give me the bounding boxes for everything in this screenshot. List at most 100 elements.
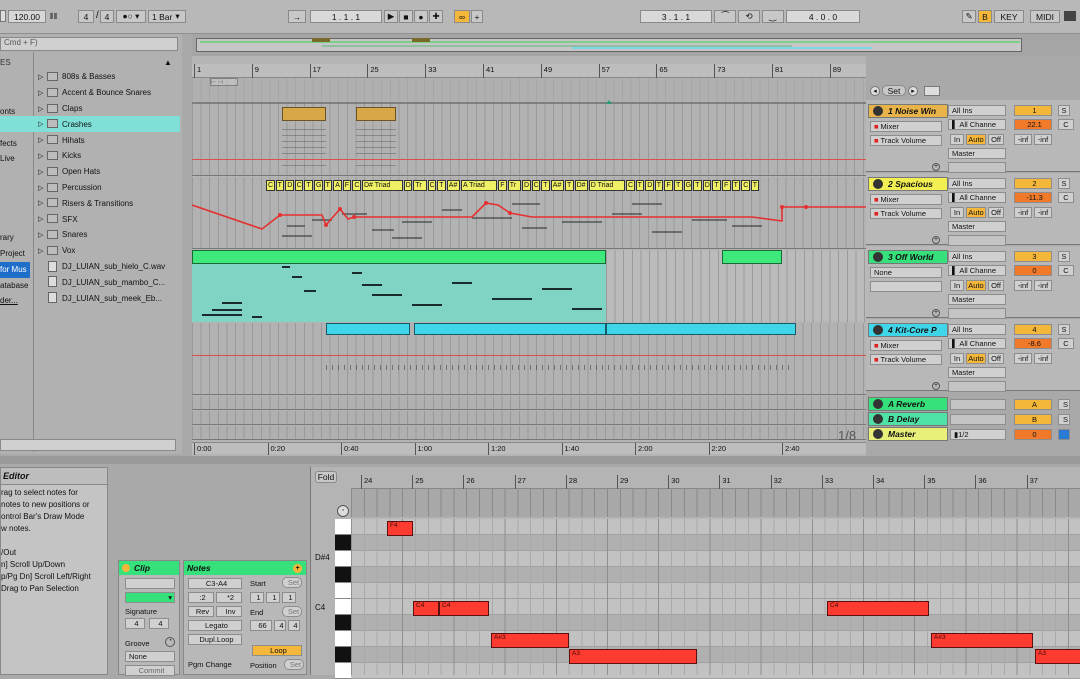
expand-arrow-icon[interactable]: ▷ [38, 215, 43, 223]
file-item[interactable]: DJ_LUIAN_sub_hielo_C.wav [0, 259, 180, 275]
midi-map-button[interactable]: MIDI [1030, 10, 1060, 23]
expand-arrow-icon[interactable]: ▷ [38, 247, 43, 255]
spacious-clip[interactable]: T [750, 180, 760, 191]
midi-note[interactable]: C4 [439, 601, 489, 616]
input-type[interactable]: All Ins [948, 251, 1006, 262]
solo-button[interactable]: S [1058, 105, 1070, 116]
output-type[interactable]: Master [948, 294, 1006, 305]
expand-arrow-icon[interactable]: ▷ [38, 231, 43, 239]
monitor-off-button[interactable]: Off [988, 134, 1004, 145]
spacious-clip[interactable]: D [702, 180, 712, 191]
black-key[interactable] [335, 535, 351, 551]
output-type[interactable]: Master [948, 221, 1006, 232]
clip-sig-num[interactable]: 4 [125, 618, 145, 629]
spacious-clip[interactable]: T [304, 180, 313, 191]
monitor-auto-button[interactable]: Auto [966, 207, 986, 218]
track-title-bar[interactable]: 1 Noise Win [868, 104, 948, 118]
arrangement-position-field[interactable]: 1 . 1 . 1 [310, 10, 382, 23]
folder-item[interactable]: ▷ Hihats [0, 132, 180, 148]
output-channel[interactable] [948, 235, 1006, 246]
track-fold-icon[interactable] [873, 325, 883, 335]
return-b-header[interactable]: B Delay [868, 412, 948, 426]
punch-out-icon[interactable]: ⏝ [762, 10, 784, 23]
groove-pool-icon[interactable]: ◔ [165, 637, 175, 647]
solo-b-button[interactable]: S [1058, 414, 1070, 425]
volume-field[interactable]: -11.3 [1014, 192, 1052, 203]
folder-item[interactable]: ▷ Risers & Transitions [0, 195, 180, 211]
lock-envelope-icon[interactable]: + [932, 309, 940, 317]
note-range-field[interactable]: C3-A4 [188, 578, 242, 589]
clip-kit-1[interactable] [326, 323, 410, 335]
master-lane[interactable] [192, 426, 866, 440]
white-key[interactable] [335, 519, 351, 535]
track-lane-2[interactable]: C T D C T G T A F C D# Triad D Tr C T A# A Triad F Tr D C T A#… [192, 177, 866, 249]
monitor-off-button[interactable]: Off [988, 280, 1004, 291]
device-chooser[interactable]: ■ Mixer [870, 121, 942, 132]
draw-mode-icon[interactable]: ✎ [962, 10, 976, 23]
white-key[interactable] [335, 631, 351, 647]
file-item[interactable]: DJ_LUIAN_sub_meek_Eb... [0, 290, 180, 306]
spacious-clip[interactable]: D [285, 180, 294, 191]
spacious-clip[interactable]: T [323, 180, 333, 191]
parameter-chooser[interactable]: ■ Track Volume [870, 354, 942, 365]
legato-button[interactable]: Legato [188, 620, 242, 631]
monitor-off-button[interactable]: Off [988, 353, 1004, 364]
solo-a-button[interactable]: S [1058, 399, 1070, 410]
record-icon[interactable]: ● [414, 10, 428, 23]
prev-locator-icon[interactable]: ◂ [870, 86, 880, 96]
double-button[interactable]: *2 [216, 592, 242, 603]
spacious-clip[interactable]: F [664, 180, 673, 191]
cue-solo-button[interactable] [1058, 429, 1070, 440]
spacious-clip[interactable]: C [294, 180, 304, 191]
file-item[interactable]: DJ_LUIAN_sub_mambo_C... [0, 274, 180, 290]
monitor-auto-button[interactable]: Auto [966, 134, 986, 145]
spacious-clip[interactable]: D# [574, 180, 588, 191]
monitor-in-button[interactable]: In [950, 353, 964, 364]
parameter-chooser[interactable] [870, 281, 942, 292]
output-type[interactable]: Master [948, 148, 1006, 159]
pan-button[interactable]: C [1058, 338, 1074, 349]
spacious-clip[interactable]: G [314, 180, 323, 191]
return-lane-a[interactable] [192, 396, 866, 410]
expand-arrow-icon[interactable]: ▷ [38, 105, 43, 113]
spacious-clip[interactable]: T [275, 180, 285, 191]
quantize-menu[interactable]: 1 Bar ▾ [148, 10, 186, 23]
start-sixteenth[interactable]: 1 [282, 592, 296, 603]
notes-add-icon[interactable]: + [293, 563, 302, 573]
midi-note[interactable]: A#3 [491, 633, 569, 648]
monitor-off-button[interactable]: Off [988, 207, 1004, 218]
track-title-bar[interactable]: 2 Spacious [868, 177, 948, 191]
lock-envelope-icon[interactable]: + [932, 236, 940, 244]
black-key[interactable] [335, 615, 351, 631]
end-bar[interactable]: 66 [250, 620, 272, 631]
track-title-bar[interactable]: 3 Off World [868, 250, 948, 264]
spacious-clip[interactable]: T [541, 180, 550, 191]
cue-out[interactable]: ▮ 1/2 [950, 429, 1006, 440]
white-key[interactable] [335, 551, 351, 567]
input-channel[interactable]: ▌ All Channe [948, 192, 1006, 203]
input-channel[interactable]: ▌ All Channe [948, 265, 1006, 276]
nudge-icon[interactable]: ⦀⦀ [50, 12, 57, 22]
loop-button[interactable]: Loop [252, 645, 302, 656]
track-activator[interactable]: 3 [1014, 251, 1052, 262]
track-activator[interactable]: 4 [1014, 324, 1052, 335]
loop-switch-icon[interactable]: ⟲ [738, 10, 760, 23]
midi-ruler[interactable]: 24 25 26 27 28 29 30 31 32 33 34 35 36 37 [351, 475, 1080, 489]
folder-item[interactable]: ▷ Vox [0, 243, 180, 259]
end-sixteenth[interactable]: 4 [288, 620, 300, 631]
clip-kit-3[interactable] [606, 323, 796, 335]
midi-note[interactable]: A#3 [931, 633, 1033, 648]
clip-color-select[interactable]: ▾ [125, 592, 175, 603]
signature-numerator[interactable]: 4 [78, 10, 94, 23]
track-activator-icon[interactable] [873, 429, 883, 439]
start-beat[interactable]: 1 [266, 592, 280, 603]
start-bar[interactable]: 1 [250, 592, 264, 603]
midi-note[interactable]: F4 [387, 521, 413, 536]
pan-button[interactable]: C [1058, 192, 1074, 203]
expand-arrow-icon[interactable]: ▷ [38, 184, 43, 192]
monitor-auto-button[interactable]: Auto [966, 353, 986, 364]
spacious-clip[interactable]: T [693, 180, 702, 191]
loop-start-field[interactable]: 3 . 1 . 1 [640, 10, 712, 23]
spacious-clip[interactable]: D# Triad [362, 180, 403, 191]
spacious-clip[interactable]: T [635, 180, 645, 191]
